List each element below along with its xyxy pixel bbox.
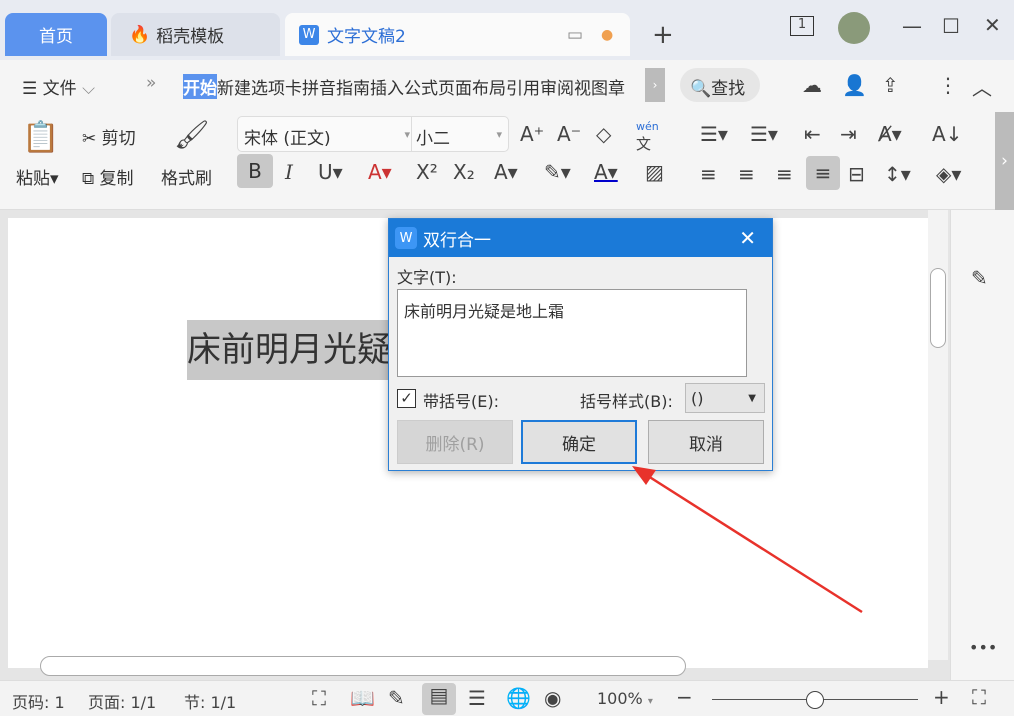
annotation-arrow xyxy=(632,466,863,614)
